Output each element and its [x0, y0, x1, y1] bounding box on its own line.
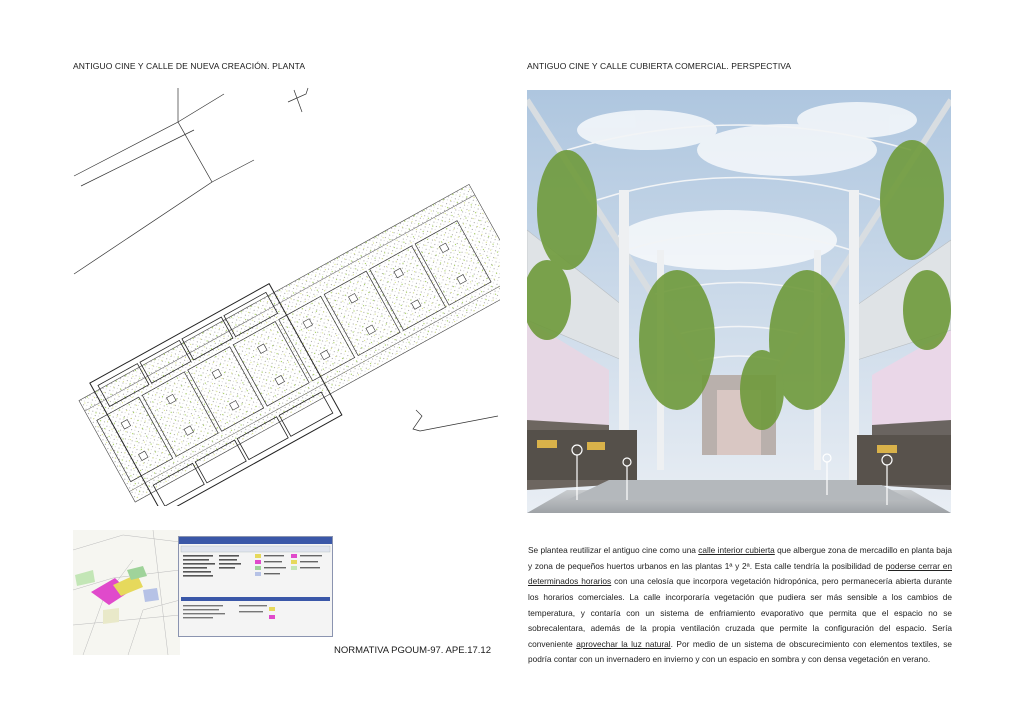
perspective-render — [527, 90, 951, 513]
perspective-title: ANTIGUO CINE Y CALLE CUBIERTA COMERCIAL.… — [527, 61, 792, 71]
plan-title: ANTIGUO CINE Y CALLE DE NUEVA CREACIÓN. … — [73, 61, 306, 71]
underlined-phrase: calle interior cubierta — [698, 545, 775, 556]
normativa-table — [178, 536, 333, 637]
underlined-phrase: aprovechar la luz natural — [576, 638, 671, 649]
text-segment: Se plantea reutilizar el antiguo cine co… — [528, 545, 699, 556]
description-text: Se plantea reutilizar el antiguo cine co… — [528, 543, 952, 668]
floor-plan-drawing — [73, 87, 500, 506]
normativa-caption: NORMATIVA PGOUM-97. APE.17.12 — [334, 645, 491, 656]
location-map — [73, 530, 180, 655]
